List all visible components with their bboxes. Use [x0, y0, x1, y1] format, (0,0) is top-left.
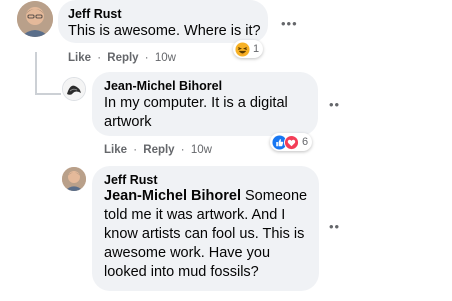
separator: ·	[97, 52, 102, 64]
comment-time[interactable]: 10w	[155, 52, 176, 64]
separator: ·	[180, 144, 185, 156]
more-options-button[interactable]: ••	[329, 219, 340, 234]
comment-author[interactable]: Jeff Rust	[104, 173, 157, 187]
haha-icon	[235, 41, 250, 57]
more-options-button[interactable]: ••	[329, 97, 340, 112]
comment-actions: Like · Reply · 10w	[68, 52, 176, 64]
like-button[interactable]: Like	[68, 52, 91, 64]
reply-button[interactable]: Reply	[143, 144, 174, 156]
avatar[interactable]	[62, 77, 86, 101]
comment-author[interactable]: Jean-Michel Bihorel	[104, 79, 222, 93]
mention-link[interactable]: Jean-Michel Bihorel	[104, 188, 241, 204]
separator: ·	[144, 52, 149, 64]
comment-text: This is awesome. Where is it?	[68, 23, 261, 39]
reaction-count: 1	[253, 43, 260, 55]
avatar[interactable]	[17, 1, 53, 37]
comment-author[interactable]: Jeff Rust	[68, 7, 121, 21]
thread-line	[35, 52, 37, 94]
reaction-summary[interactable]: 1	[233, 40, 264, 58]
thread-line	[35, 93, 61, 95]
comment-actions: Like · Reply · 10w	[104, 144, 212, 156]
love-icon	[284, 134, 299, 150]
comment-text: Jean-Michel Bihorel Someone told me it w…	[104, 187, 314, 282]
like-button[interactable]: Like	[104, 144, 127, 156]
separator: ·	[133, 144, 138, 156]
avatar[interactable]	[62, 167, 86, 191]
reaction-summary[interactable]: 6	[270, 133, 313, 151]
comment-text: In my computer. It is a digital artwork	[104, 95, 288, 130]
reaction-count: 6	[302, 136, 309, 148]
more-options-button[interactable]: •••	[281, 16, 298, 31]
reply-button[interactable]: Reply	[107, 52, 138, 64]
comment-time[interactable]: 10w	[191, 144, 212, 156]
